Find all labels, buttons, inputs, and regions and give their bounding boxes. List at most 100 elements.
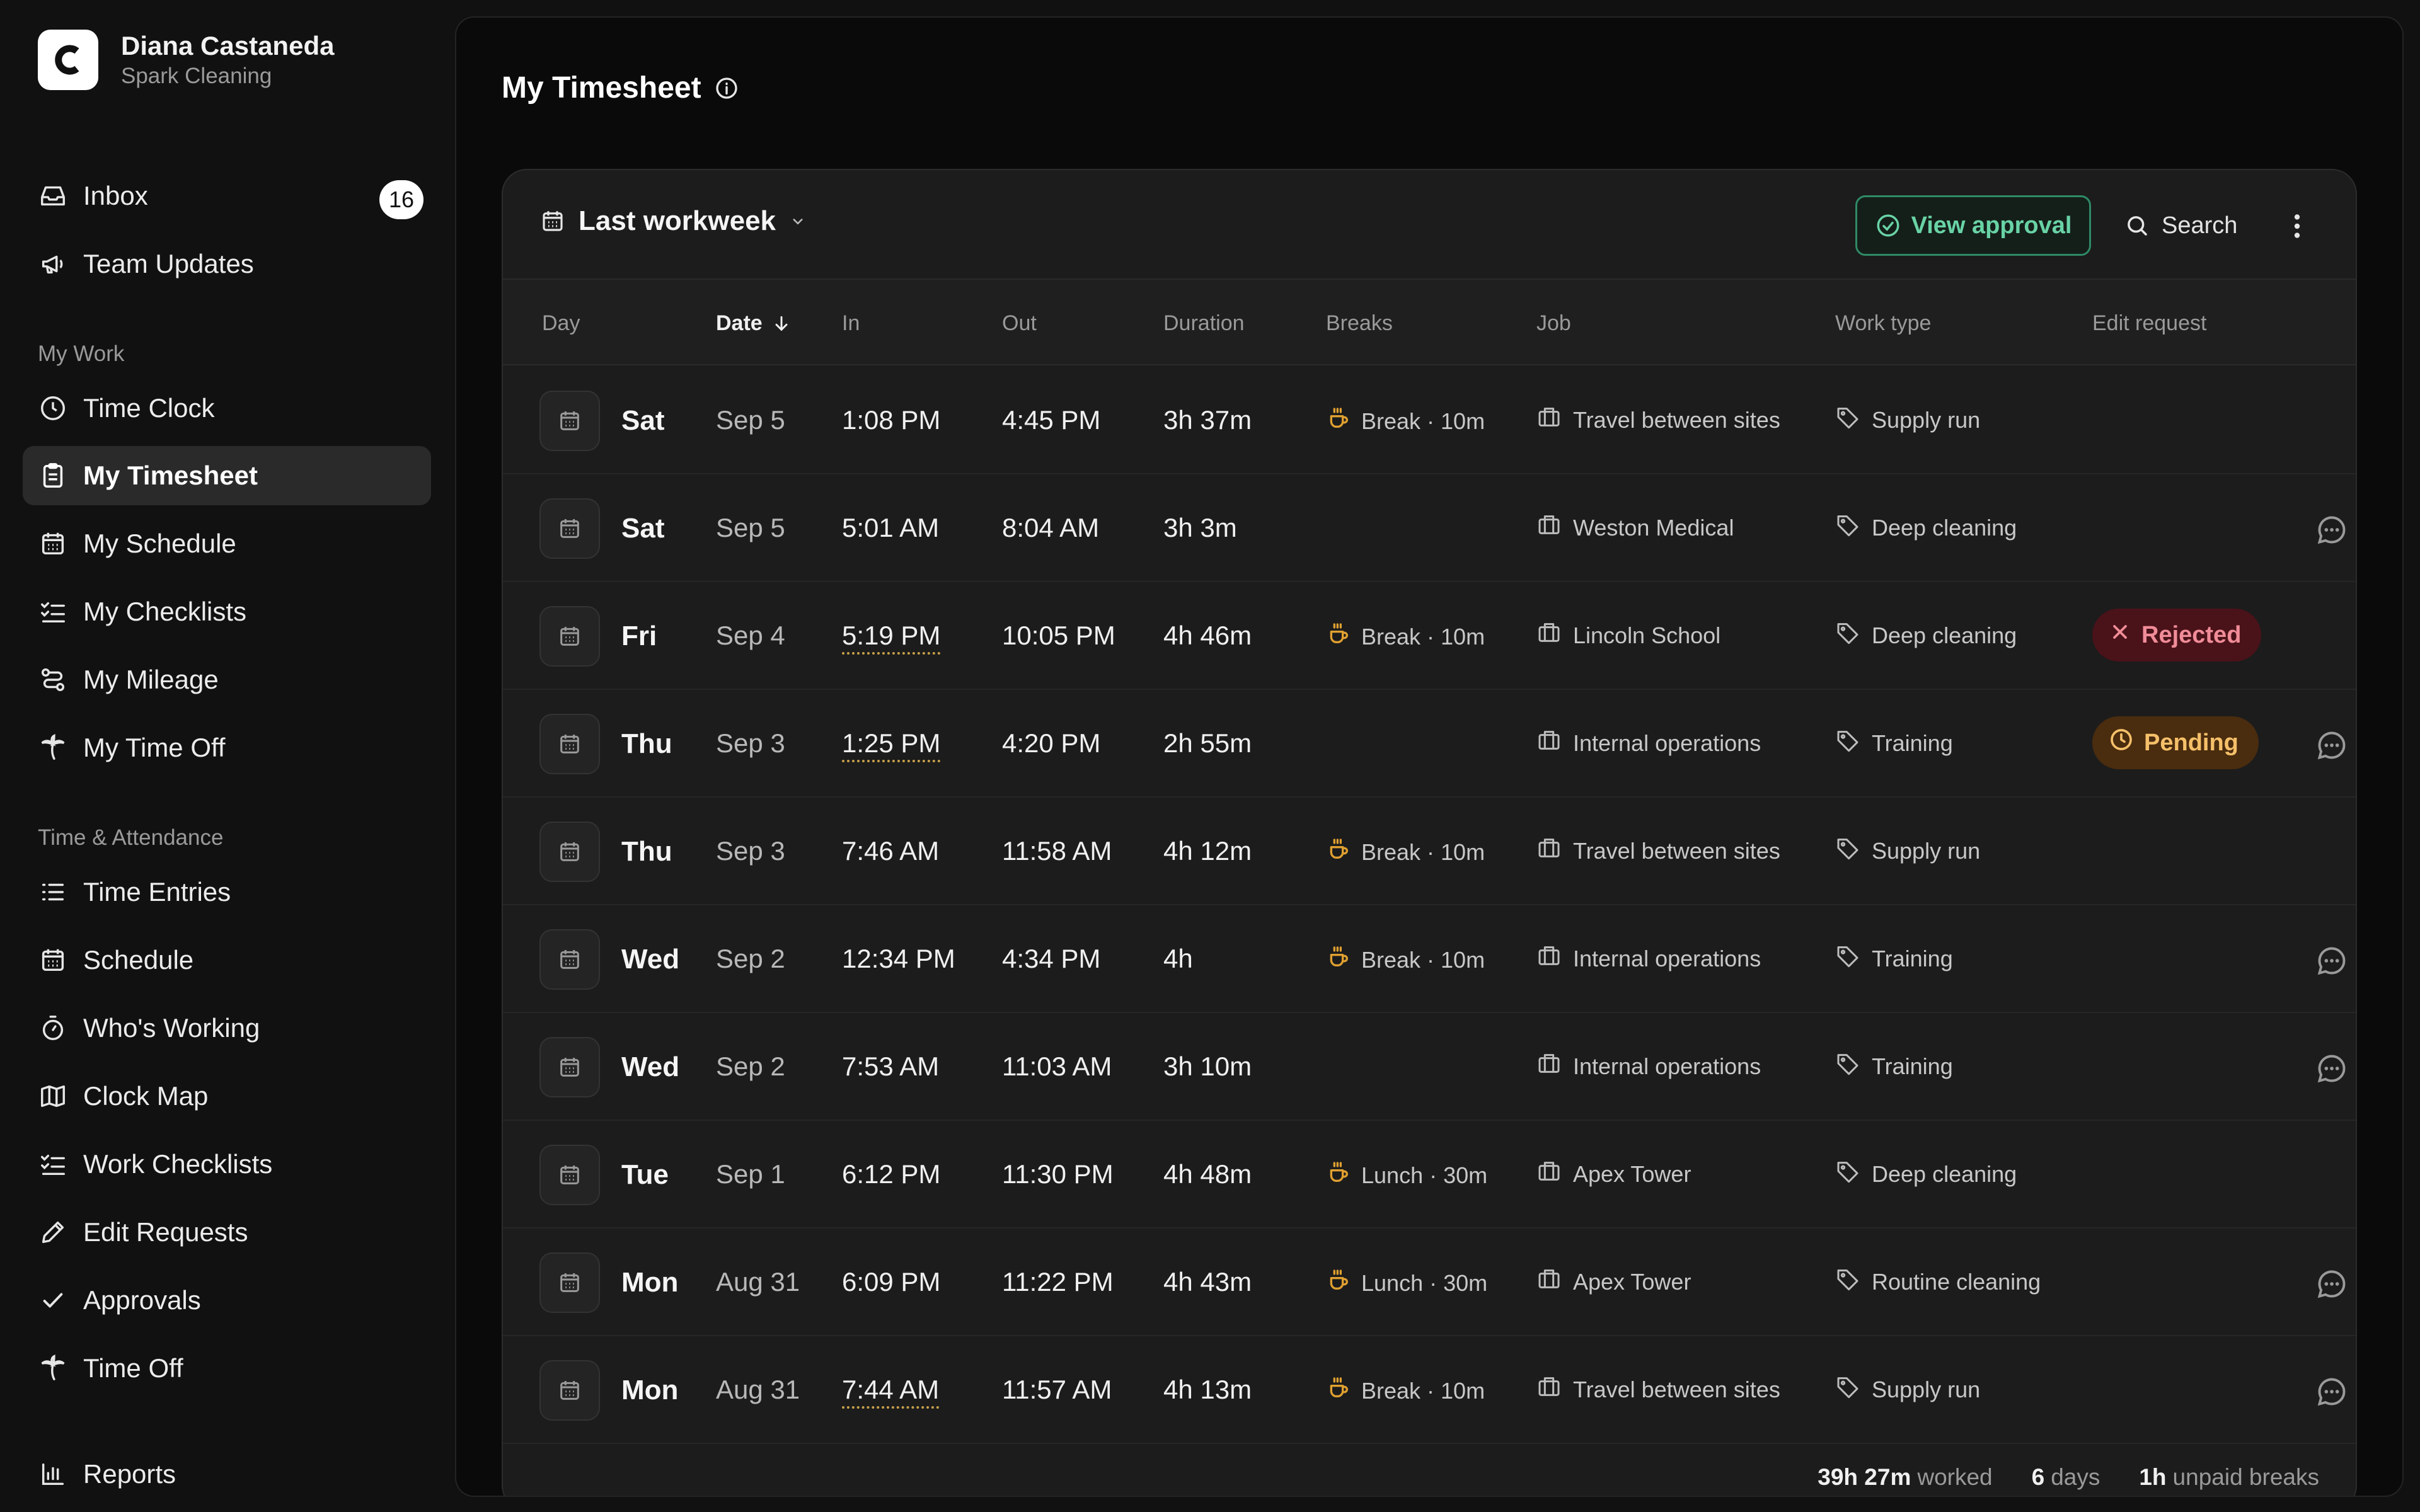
info-icon[interactable] [714,76,739,101]
nav-my-schedule[interactable]: My Schedule [23,514,431,573]
col-work-type[interactable]: Work type [1835,311,1931,336]
nav-label: Inbox [83,181,148,210]
cell-job: Travel between sites [1536,404,1780,435]
cell-job: Internal operations [1536,728,1761,759]
cell-day: Mon [621,1375,679,1406]
nav-edit-requests[interactable]: Edit Requests [23,1203,431,1262]
nav-label: Clock Map [83,1081,209,1111]
cell-date: Sep 5 [716,513,785,542]
nav-time-entries[interactable]: Time Entries [23,862,431,922]
calendar-icon[interactable] [539,1037,600,1097]
cell-duration: 4h 43m [1163,1267,1252,1297]
nav-my-checklists[interactable]: My Checklists [23,582,431,641]
cell-job: Weston Medical [1536,512,1734,543]
cell-clock-in: 7:46 AM [842,836,940,866]
calendar-icon[interactable] [539,1252,600,1313]
page-title: My Timesheet [502,71,739,105]
search-button[interactable]: Search [2124,195,2237,256]
cell-date: Aug 31 [716,1375,800,1404]
nav-approvals[interactable]: Approvals [23,1271,431,1330]
pencil-icon [38,1217,68,1247]
cell-break: Break · 10m [1326,837,1485,868]
user-name: Diana Castaneda [121,31,335,60]
cell-clock-out: 11:58 AM [1002,836,1112,866]
cell-clock-in[interactable]: 7:44 AM [842,1375,940,1409]
nav-my-mileage[interactable]: My Mileage [23,650,431,709]
calendar-icon[interactable] [539,1360,600,1421]
nav-clock-map[interactable]: Clock Map [23,1067,431,1126]
job-label: Apex Tower [1573,1160,1691,1187]
tag-icon [1835,835,1860,866]
col-job[interactable]: Job [1536,311,1571,336]
cell-date: Sep 4 [716,621,785,650]
days-label: days [2051,1464,2100,1490]
nav-schedule[interactable]: Schedule [23,931,431,990]
tag-icon [1835,1266,1860,1297]
stopwatch-icon [38,1013,68,1043]
nav-reports[interactable]: Reports [23,1445,431,1504]
col-date[interactable]: Date [716,311,792,336]
col-breaks[interactable]: Breaks [1326,311,1393,336]
nav-work-checklists[interactable]: Work Checklists [23,1135,431,1194]
table-row[interactable]: Sat Sep 5 1:08 PM 4:45 PM 3h 37m Break · 10m T… [503,367,2356,474]
col-in[interactable]: In [842,311,860,336]
nav-team-updates[interactable]: Team Updates [23,234,431,294]
cell-clock-out: 8:04 AM [1002,513,1100,542]
cell-date: Sep 2 [716,1051,785,1081]
table-row[interactable]: Tue Sep 1 6:12 PM 11:30 PM 4h 48m Lunch · 30m… [503,1121,2356,1228]
nav-whos-working[interactable]: Who's Working [23,999,431,1058]
table-row[interactable]: Mon Aug 31 6:09 PM 11:22 PM 4h 43m Lunch · 30… [503,1228,2356,1336]
cell-clock-in[interactable]: 5:19 PM [842,621,941,655]
cell-clock-in[interactable]: 1:25 PM [842,728,941,762]
job-label: Lincoln School [1573,622,1721,648]
calendar-icon[interactable] [539,929,600,990]
comment-icon[interactable] [2315,513,2348,546]
tag-icon [1835,404,1860,435]
col-out[interactable]: Out [1002,311,1037,336]
comment-icon[interactable] [2315,944,2348,977]
col-day[interactable]: Day [542,311,580,336]
table-row[interactable]: Mon Aug 31 7:44 AM 11:57 AM 4h 13m Break · 10… [503,1336,2356,1444]
inbox-icon [38,181,68,211]
calendar-icon[interactable] [539,391,600,451]
period-select[interactable]: Last workweek [539,205,807,237]
table-row[interactable]: Wed Sep 2 7:53 AM 11:03 AM 3h 10m Internal op… [503,1013,2356,1121]
col-date-label: Date [716,311,763,335]
table-row[interactable]: Sat Sep 5 5:01 AM 8:04 AM 3h 3m Weston Medica… [503,474,2356,582]
col-edit-request[interactable]: Edit request [2092,311,2206,336]
col-duration[interactable]: Duration [1163,311,1245,336]
comment-icon[interactable] [2315,1268,2348,1300]
nav-time-off[interactable]: Time Off [23,1339,431,1398]
status-badge-pending[interactable]: Pending [2092,716,2259,769]
comment-icon[interactable] [2315,1052,2348,1085]
more-options-icon[interactable] [2281,210,2313,242]
calendar-icon[interactable] [539,822,600,882]
coffee-cup-icon [1326,1268,1351,1298]
view-approval-button[interactable]: View approval [1855,195,2091,256]
nav-label: Who's Working [83,1013,260,1043]
nav-inbox[interactable]: Inbox 16 [23,166,431,226]
status-badge-rejected[interactable]: Rejected [2092,609,2262,662]
nav-time-clock[interactable]: Time Clock [23,379,431,438]
table-row[interactable]: Thu Sep 3 7:46 AM 11:58 AM 4h 12m Break · 10m… [503,798,2356,905]
cell-clock-in: 5:01 AM [842,513,940,542]
calendar-icon[interactable] [539,1145,600,1205]
table-row[interactable]: Wed Sep 2 12:34 PM 4:34 PM 4h Break · 10m Inte… [503,905,2356,1013]
cell-day: Mon [621,1267,679,1298]
calendar-icon[interactable] [539,498,600,559]
calendar-icon[interactable] [539,606,600,667]
calendar-icon[interactable] [539,714,600,774]
comment-icon[interactable] [2315,1375,2348,1408]
comment-icon[interactable] [2315,729,2348,762]
cell-day: Fri [621,621,657,651]
cell-job: Lincoln School [1536,620,1720,651]
building-icon [1536,1159,1562,1189]
nav-label: My Timesheet [83,461,258,490]
org-switcher[interactable]: Diana Castaneda Spark Cleaning [38,30,334,90]
table-row[interactable]: Fri Sep 4 5:19 PM 10:05 PM 4h 46m Break · 10m… [503,582,2356,690]
building-icon [1536,404,1562,435]
tag-icon [1835,1051,1860,1082]
table-row[interactable]: Thu Sep 3 1:25 PM 4:20 PM 2h 55m Internal ope… [503,690,2356,798]
nav-my-time-off[interactable]: My Time Off [23,718,431,777]
nav-my-timesheet[interactable]: My Timesheet [23,446,431,505]
